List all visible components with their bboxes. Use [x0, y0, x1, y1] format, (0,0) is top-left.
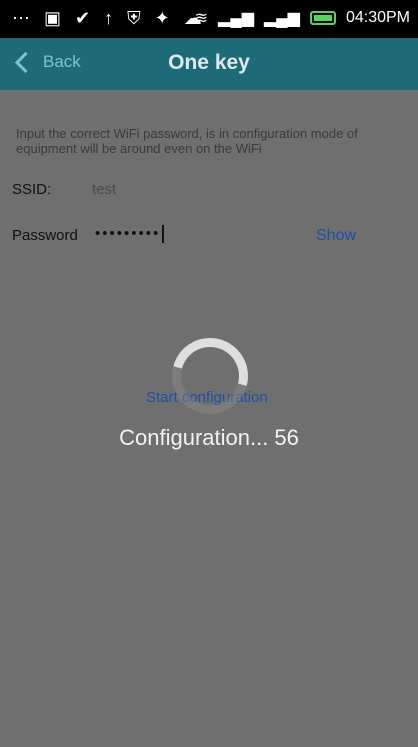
battery-icon: [309, 11, 336, 25]
instruction-text: Input the correct WiFi password, is in c…: [16, 126, 358, 156]
app-bar: Back One key: [0, 38, 418, 90]
check-circle-icon: ✔: [75, 8, 91, 28]
password-label: Password: [12, 227, 78, 244]
text-cursor: [162, 225, 165, 244]
wifi-signal-icon: ≋: [194, 10, 209, 27]
show-password-button[interactable]: Show: [316, 227, 356, 245]
content: Input the correct WiFi password, is in c…: [0, 90, 418, 747]
cell-signal-icon: ▂▄▆: [218, 10, 254, 27]
password-field[interactable]: •••••••••: [95, 225, 165, 244]
status-bar: ⋯ ▣ ✔ ↑ ⛨ ✦ ☁ ≋ ▂▄▆ ▂▄▆ 04:30PM: [0, 0, 418, 38]
clock: 04:30PM: [345, 9, 410, 26]
more-icon: ⋯: [12, 8, 30, 28]
shield-icon: ⛨: [127, 8, 141, 28]
ssid-field[interactable]: test: [92, 181, 116, 198]
upload-arrow-icon: ↑: [104, 8, 114, 28]
start-configuration-button[interactable]: Start configuration: [146, 389, 268, 406]
cell-signal-icon-2: ▂▄▆: [264, 10, 300, 27]
image-icon: ▣: [44, 8, 62, 28]
password-value: •••••••••: [95, 225, 161, 242]
ssid-label: SSID:: [12, 181, 52, 198]
cleaner-icon: ✦: [154, 8, 170, 28]
page-title: One key: [168, 51, 250, 74]
